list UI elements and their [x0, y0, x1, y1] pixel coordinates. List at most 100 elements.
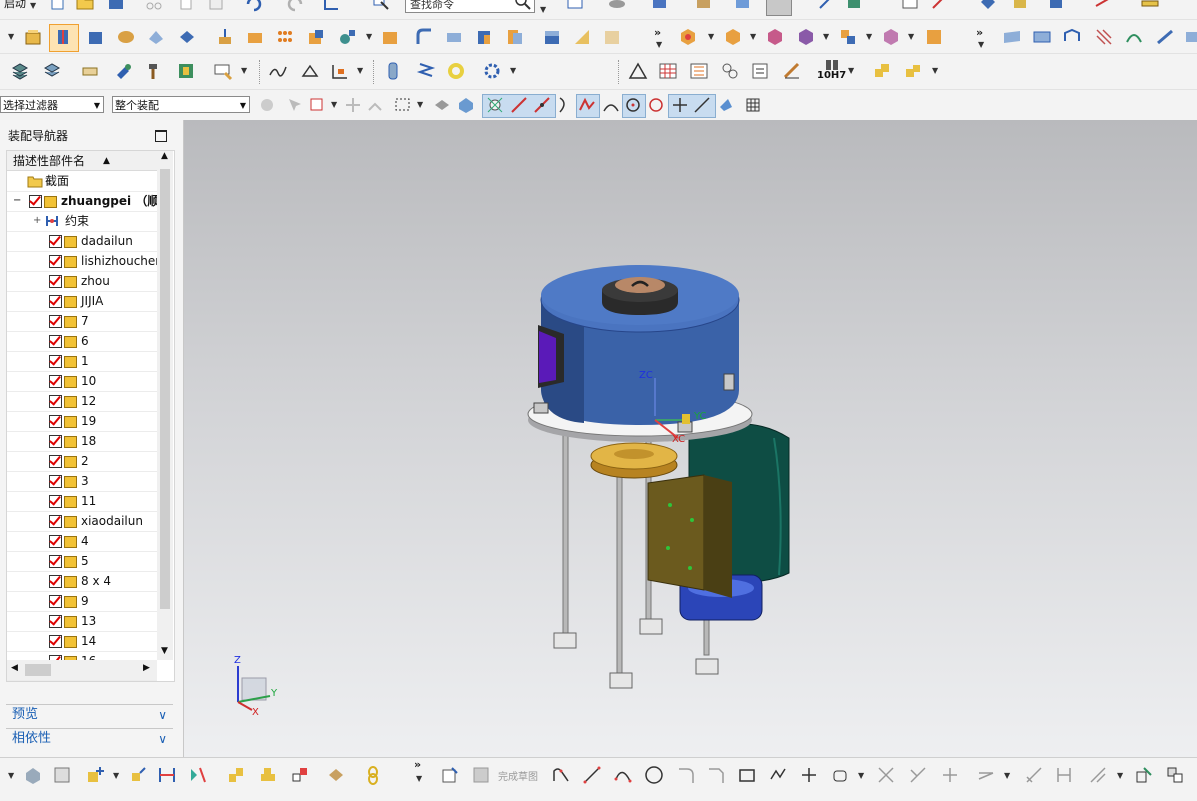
tree-item-component[interactable]: 14: [7, 631, 157, 652]
select-feature-dropdown[interactable]: ▼: [331, 100, 337, 109]
snap-point-icon[interactable]: [670, 95, 690, 115]
triangle-icon[interactable]: [628, 61, 648, 81]
rib-icon[interactable]: [1093, 0, 1113, 12]
fit-dropdown[interactable]: ▼: [848, 66, 854, 75]
array-component-icon[interactable]: [838, 27, 858, 47]
visibility-checkbox[interactable]: [49, 335, 62, 348]
make-corner-icon[interactable]: [940, 765, 960, 785]
tree-item-constraints[interactable]: + 约束: [7, 211, 157, 232]
table-grid-icon[interactable]: [658, 61, 678, 81]
row2-more-icon[interactable]: ▼: [656, 40, 662, 49]
visibility-checkbox[interactable]: [49, 275, 62, 288]
new-component-dropdown[interactable]: ▼: [750, 32, 756, 41]
array-dropdown[interactable]: ▼: [866, 32, 872, 41]
visibility-checkbox[interactable]: [49, 235, 62, 248]
window-icon[interactable]: [322, 0, 342, 12]
snap-on-face-icon[interactable]: [716, 95, 736, 115]
section-curve-icon[interactable]: [300, 61, 320, 81]
row2-overflow-chevron-2[interactable]: »: [976, 26, 983, 39]
fillet-icon[interactable]: [676, 765, 696, 785]
scroll-right-icon[interactable]: ▶: [143, 663, 150, 673]
visibility-checkbox[interactable]: [49, 515, 62, 528]
visibility-checkbox[interactable]: [49, 575, 62, 588]
mate-icon[interactable]: [765, 27, 785, 47]
command-finder-icon[interactable]: [371, 0, 391, 12]
eraser-icon[interactable]: [80, 61, 100, 81]
row2-overflow-chevron[interactable]: »: [654, 26, 661, 39]
extrude-icon[interactable]: [23, 27, 43, 47]
move-icon[interactable]: [128, 765, 148, 785]
spring-icon[interactable]: [416, 61, 436, 81]
visibility-checkbox[interactable]: [49, 535, 62, 548]
snap-icon[interactable]: [565, 0, 585, 12]
offset-curve-icon[interactable]: [830, 765, 850, 785]
rect-select-dropdown[interactable]: ▼: [417, 100, 423, 109]
show-constraints-icon[interactable]: [188, 765, 208, 785]
move-component-icon[interactable]: [796, 27, 816, 47]
clearance-icon[interactable]: [326, 765, 346, 785]
assembly-add-dropdown[interactable]: ▼: [708, 32, 714, 41]
trim-body-icon[interactable]: [572, 27, 592, 47]
note-icon[interactable]: [750, 61, 770, 81]
visibility-checkbox[interactable]: [49, 295, 62, 308]
cylinder-icon[interactable]: [116, 27, 136, 47]
replace-component-icon[interactable]: [924, 27, 944, 47]
copy-icon[interactable]: [176, 0, 196, 12]
part-list-icon[interactable]: [689, 61, 709, 81]
weld-icon[interactable]: [782, 61, 802, 81]
display-icon[interactable]: [733, 0, 753, 12]
assembly-sequence-icon[interactable]: [872, 61, 892, 81]
visibility-checkbox[interactable]: [49, 375, 62, 388]
gear-dropdown[interactable]: ▼: [510, 66, 516, 75]
reference-set-icon[interactable]: [52, 765, 72, 785]
tree-item-component[interactable]: 12: [7, 391, 157, 412]
preview-panel-header[interactable]: 预览 ∨: [6, 704, 173, 725]
visibility-checkbox[interactable]: [49, 495, 62, 508]
rectangle-select-icon[interactable]: [393, 95, 413, 115]
stack-layers-2-icon[interactable]: [42, 61, 62, 81]
exploded-dropdown[interactable]: ▼: [932, 66, 938, 75]
collapse-toggle-icon[interactable]: −: [13, 191, 21, 211]
chevron-down-icon[interactable]: ∨: [158, 729, 167, 749]
wave-link-icon[interactable]: [363, 765, 383, 785]
auto-constrain-icon[interactable]: [1088, 765, 1108, 785]
select-feature-icon[interactable]: [307, 95, 327, 115]
rapid-dimension-icon[interactable]: [1054, 765, 1074, 785]
sweep-icon[interactable]: [1010, 0, 1030, 12]
tree-item-root-assembly[interactable]: − zhuangpei （顺序: [7, 191, 157, 212]
snap-quadrant-icon[interactable]: [601, 95, 621, 115]
assembly-constraint-icon[interactable]: [226, 765, 246, 785]
layer-icon[interactable]: [694, 0, 714, 12]
search-dropdown-icon[interactable]: ▼: [540, 5, 546, 14]
point-icon[interactable]: [799, 765, 819, 785]
tree-item-component[interactable]: 8 x 4: [7, 571, 157, 592]
cone-icon[interactable]: [146, 27, 166, 47]
tree-item-component[interactable]: 19: [7, 411, 157, 432]
add-component-icon[interactable]: [85, 765, 105, 785]
sew-icon[interactable]: [1183, 27, 1197, 47]
expand-toggle-icon[interactable]: +: [33, 211, 41, 231]
paste-icon[interactable]: [206, 0, 226, 12]
tree-item-component[interactable]: 11: [7, 491, 157, 512]
tree-item-component[interactable]: 7: [7, 311, 157, 332]
sequence-icon[interactable]: [290, 765, 310, 785]
line-icon[interactable]: [582, 765, 602, 785]
boss-icon[interactable]: [215, 27, 235, 47]
snap-center-icon[interactable]: [623, 95, 643, 115]
tree-item-component[interactable]: 5: [7, 551, 157, 572]
shell-icon[interactable]: [444, 27, 464, 47]
visibility-checkbox[interactable]: [49, 635, 62, 648]
selection-filter-select[interactable]: 选择过滤器 ▼: [0, 96, 104, 113]
view-icon[interactable]: [607, 0, 627, 12]
assembly-model[interactable]: [184, 120, 1197, 757]
column-header-part-name[interactable]: 描述性部件名 ▲: [7, 151, 157, 171]
hole-icon[interactable]: [978, 0, 998, 12]
convert-reference-icon[interactable]: [1165, 765, 1185, 785]
bolt-icon[interactable]: [383, 61, 403, 81]
pattern-icon[interactable]: [275, 27, 295, 47]
tree-item-component[interactable]: lishizhoucheng: [7, 251, 157, 272]
hammer-icon[interactable]: [144, 61, 164, 81]
visibility-checkbox[interactable]: [49, 435, 62, 448]
graphics-viewport[interactable]: ZC YC XC Z Y X: [184, 120, 1197, 757]
visibility-checkbox[interactable]: [49, 415, 62, 428]
